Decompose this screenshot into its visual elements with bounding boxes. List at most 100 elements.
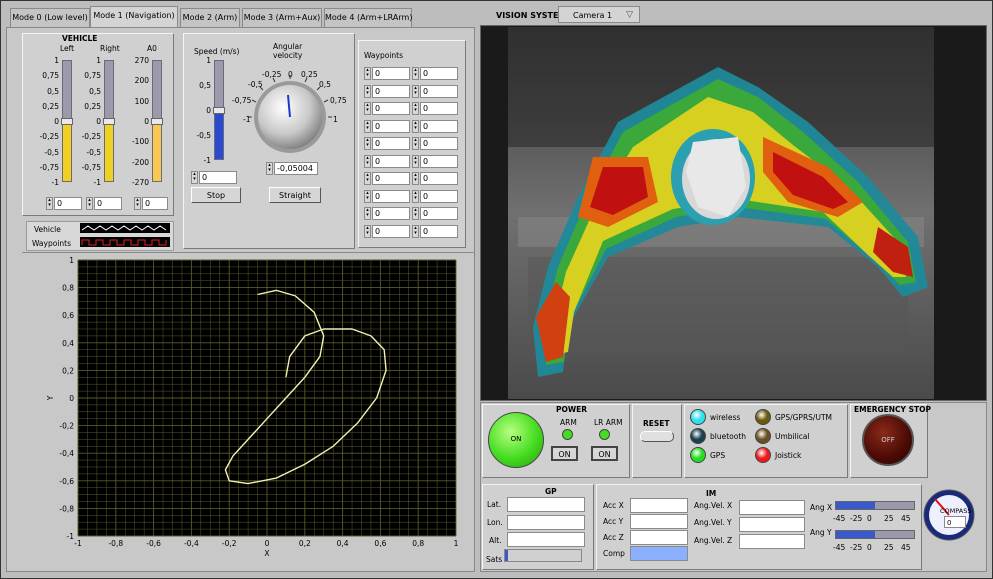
waypoint-spinner[interactable]: ▴ ▾ — [364, 102, 371, 115]
vehicle-title: VEHICLE — [62, 34, 98, 43]
waypoint-y-field[interactable]: 0 — [420, 119, 458, 133]
waypoint-x-field[interactable]: 0 — [372, 154, 410, 168]
straight-button[interactable]: Straight — [269, 187, 321, 203]
angvel-x-field — [739, 500, 805, 515]
acc-z-label: Acc Z — [603, 533, 624, 542]
tab-mode-1[interactable]: Mode 1 (Navigation) — [90, 6, 178, 28]
speed-spinner[interactable]: ▴ ▾ — [191, 171, 198, 184]
tab-mode-0[interactable]: Mode 0 (Low level) — [10, 8, 90, 27]
indicator-label: GPS — [710, 451, 726, 460]
ang-x-bar — [835, 501, 915, 510]
waypoint-x-field[interactable]: 0 — [372, 224, 410, 238]
lr-arm-on-button[interactable]: ON — [591, 446, 618, 461]
camera-select[interactable]: Camera 1 ▽ — [558, 6, 640, 23]
waypoint-spinner[interactable]: ▴ ▾ — [412, 224, 419, 238]
lr-arm-label: LR ARM — [594, 418, 623, 427]
waypoint-spinner[interactable]: ▴ ▾ — [412, 189, 419, 203]
waypoint-y-field[interactable]: 0 — [420, 189, 458, 203]
left-spinner[interactable]: ▴ ▾ — [46, 197, 53, 210]
knob-tick-0: 0 — [288, 70, 293, 79]
angvel-y-label: Ang.Vel. Y — [694, 518, 732, 527]
waypoint-x-field[interactable]: 0 — [372, 207, 410, 220]
waypoint-y-field[interactable]: 0 — [420, 102, 458, 115]
indicator-label: bluetooth — [710, 432, 747, 441]
a0-slider-thumb[interactable] — [151, 118, 163, 125]
waypoint-spinner[interactable]: ▴ ▾ — [412, 172, 419, 185]
right-value[interactable]: 0 — [94, 197, 122, 210]
waypoints-title: Waypoints — [364, 51, 404, 60]
waypoint-y-field[interactable]: 0 — [420, 137, 458, 150]
a0-value[interactable]: 0 — [142, 197, 168, 210]
waypoint-spinner[interactable]: ▴ ▾ — [412, 102, 419, 115]
left-tick: 0,25 — [42, 101, 59, 111]
waypoint-x-field[interactable]: 0 — [372, 102, 410, 115]
left-value[interactable]: 0 — [54, 197, 82, 210]
waypoint-spinner[interactable]: ▴ ▾ — [412, 67, 419, 80]
right-spinner[interactable]: ▴ ▾ — [86, 197, 93, 210]
ang-tick-label: 45 — [901, 514, 911, 523]
waypoint-spinner[interactable]: ▴ ▾ — [364, 137, 371, 150]
emergency-stop-button[interactable]: OFF — [862, 414, 914, 466]
waypoint-x-field[interactable]: 0 — [372, 137, 410, 150]
tab-mode-4[interactable]: Mode 4 (Arm+LRArm) — [324, 8, 412, 27]
tab-mode-3[interactable]: Mode 3 (Arm+Aux) — [242, 8, 322, 27]
knob-tick--0.75: -0,75 — [232, 96, 252, 105]
waypoint-spinner[interactable]: ▴ ▾ — [364, 84, 371, 98]
speed-tick: -1 — [203, 156, 211, 165]
waypoint-spinner[interactable]: ▴ ▾ — [364, 154, 371, 168]
power-on-button[interactable]: ON — [488, 412, 544, 468]
waypoint-spinner[interactable]: ▴ ▾ — [412, 119, 419, 133]
waypoint-spinner[interactable]: ▴ ▾ — [364, 189, 371, 203]
waypoint-y-field[interactable]: 0 — [420, 67, 458, 80]
waypoint-spinner[interactable]: ▴ ▾ — [364, 172, 371, 185]
waypoint-spinner[interactable]: ▴ ▾ — [364, 224, 371, 238]
waypoint-spinner[interactable]: ▴ ▾ — [364, 67, 371, 80]
angular-value[interactable]: -0,05004 — [274, 162, 318, 175]
right-tick: 0,5 — [89, 86, 101, 96]
left-tick: -0,75 — [39, 162, 59, 172]
waypoint-x-field[interactable]: 0 — [372, 172, 410, 185]
waypoint-x-field[interactable]: 0 — [372, 67, 410, 80]
left-tick: 1 — [54, 56, 59, 65]
waypoint-y-field[interactable]: 0 — [420, 84, 458, 98]
waypoint-y-field[interactable]: 0 — [420, 224, 458, 238]
waypoint-x-field[interactable]: 0 — [372, 119, 410, 133]
tab-mode-2[interactable]: Mode 2 (Arm) — [180, 8, 240, 27]
angular-spinner[interactable]: ▴ ▾ — [266, 162, 273, 175]
arm-on-button[interactable]: ON — [551, 446, 578, 461]
waypoint-spinner[interactable]: ▴ ▾ — [412, 84, 419, 98]
waypoint-y-field[interactable]: 0 — [420, 154, 458, 168]
waypoint-spinner[interactable]: ▴ ▾ — [412, 207, 419, 220]
right-tick: -0,5 — [86, 147, 101, 157]
waypoint-x-field[interactable]: 0 — [372, 189, 410, 203]
reset-button[interactable] — [640, 431, 674, 442]
lat-label: Lat. — [487, 500, 502, 509]
angvel-z-field — [739, 534, 805, 549]
waypoint-y-field[interactable]: 0 — [420, 172, 458, 185]
waypoint-spinner[interactable]: ▴ ▾ — [364, 119, 371, 133]
compass-gauge — [923, 489, 975, 541]
waypoint-x-field[interactable]: 0 — [372, 84, 410, 98]
waypoint-spinner[interactable]: ▴ ▾ — [412, 154, 419, 168]
speed-slider-thumb[interactable] — [213, 107, 225, 114]
waypoint-y-field[interactable]: 0 — [420, 207, 458, 220]
indicator-label: GPS/GPRS/UTM — [775, 413, 832, 422]
speed-value[interactable]: 0 — [199, 171, 237, 184]
waypoint-spinner[interactable]: ▴ ▾ — [412, 137, 419, 150]
waypoint-spinner[interactable]: ▴ ▾ — [364, 207, 371, 220]
right-tick: 0 — [96, 117, 101, 126]
legend-waypoints-swatch — [80, 237, 170, 247]
xy-plot: -1 -0,8 -0,6 -0,4 -0,2 0 0,2 0,4 0,6 0,8 1 1 0,8 0,6 0… — [46, 256, 459, 558]
compass-value[interactable]: 0 — [944, 516, 966, 528]
legend-vehicle-swatch — [80, 223, 170, 233]
lon-field — [507, 515, 585, 530]
x-tick-label: 0 — [265, 539, 270, 548]
stop-button[interactable]: Stop — [191, 187, 241, 203]
ang-tick-label: 0 — [867, 543, 872, 552]
a0-spinner[interactable]: ▴ ▾ — [134, 197, 141, 210]
angvel-x-label: Ang.Vel. X — [694, 501, 733, 510]
acc-y-label: Acc Y — [603, 517, 624, 526]
right-tick: -0,25 — [81, 132, 101, 142]
speed-slider[interactable] — [213, 60, 225, 160]
a0-slider[interactable] — [151, 60, 163, 182]
